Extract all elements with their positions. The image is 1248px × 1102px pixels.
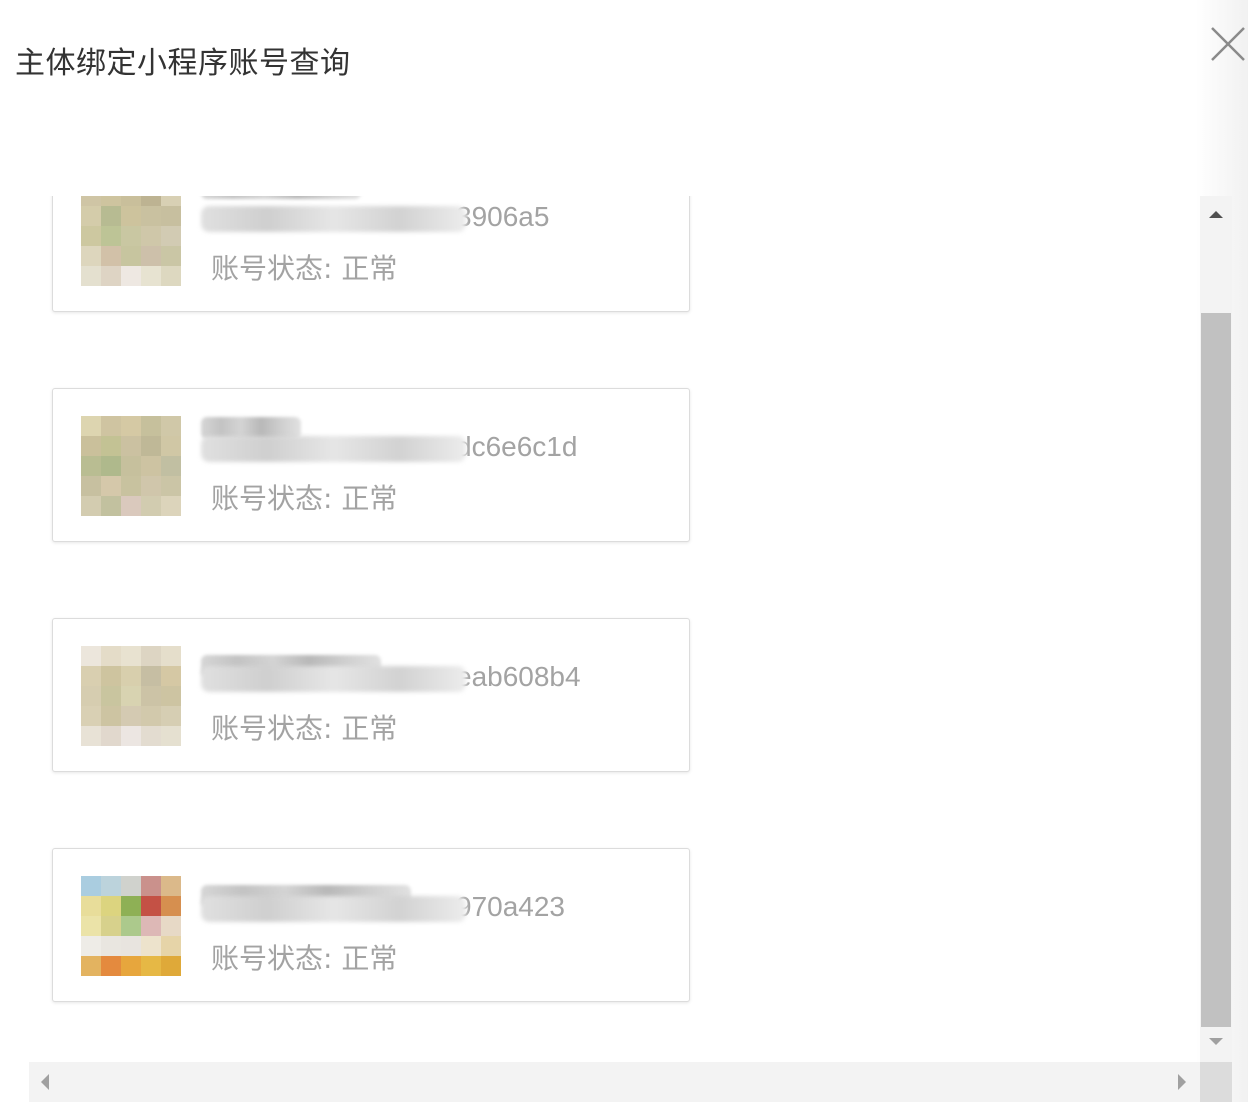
account-avatar: [81, 196, 181, 286]
vertical-scroll-thumb[interactable]: [1201, 313, 1231, 1027]
account-name: [201, 196, 361, 199]
account-card[interactable]: dc6e6c1d 账号状态: 正常: [52, 388, 690, 542]
account-id: 3906a5: [201, 201, 549, 233]
close-button[interactable]: [1206, 22, 1248, 66]
account-id-redacted: [201, 895, 466, 922]
close-icon: [1211, 27, 1245, 61]
scroll-down-icon[interactable]: [1208, 1034, 1224, 1050]
dialog-title: 主体绑定小程序账号查询: [15, 46, 351, 81]
scroll-left-icon[interactable]: [37, 1070, 53, 1094]
account-id-redacted: [201, 665, 466, 692]
account-card[interactable]: eab608b4 账号状态: 正常: [52, 618, 690, 772]
account-id: 970a423: [201, 891, 565, 923]
account-id-redacted: [201, 435, 466, 462]
account-status: 账号状态: 正常: [211, 482, 398, 515]
account-status: 账号状态: 正常: [211, 712, 398, 745]
account-avatar: [81, 646, 181, 746]
account-avatar: [81, 876, 181, 976]
account-card[interactable]: 970a423 账号状态: 正常: [52, 848, 690, 1002]
horizontal-scrollbar[interactable]: [29, 1062, 1200, 1102]
account-id: eab608b4: [201, 661, 581, 693]
account-status: 账号状态: 正常: [211, 942, 398, 975]
scroll-right-icon[interactable]: [1174, 1070, 1190, 1094]
vertical-scrollbar[interactable]: [1200, 196, 1232, 1062]
account-list[interactable]: 3906a5 账号状态: 正常 dc6e6c1d 账号状态: 正常 eab608…: [29, 196, 1200, 1062]
account-card[interactable]: 3906a5 账号状态: 正常: [52, 196, 690, 312]
scrollbar-corner: [1200, 1062, 1232, 1102]
account-id-redacted: [201, 205, 466, 232]
account-avatar: [81, 416, 181, 516]
account-id: dc6e6c1d: [201, 431, 577, 463]
account-status: 账号状态: 正常: [211, 252, 398, 285]
scroll-up-icon[interactable]: [1208, 206, 1224, 222]
